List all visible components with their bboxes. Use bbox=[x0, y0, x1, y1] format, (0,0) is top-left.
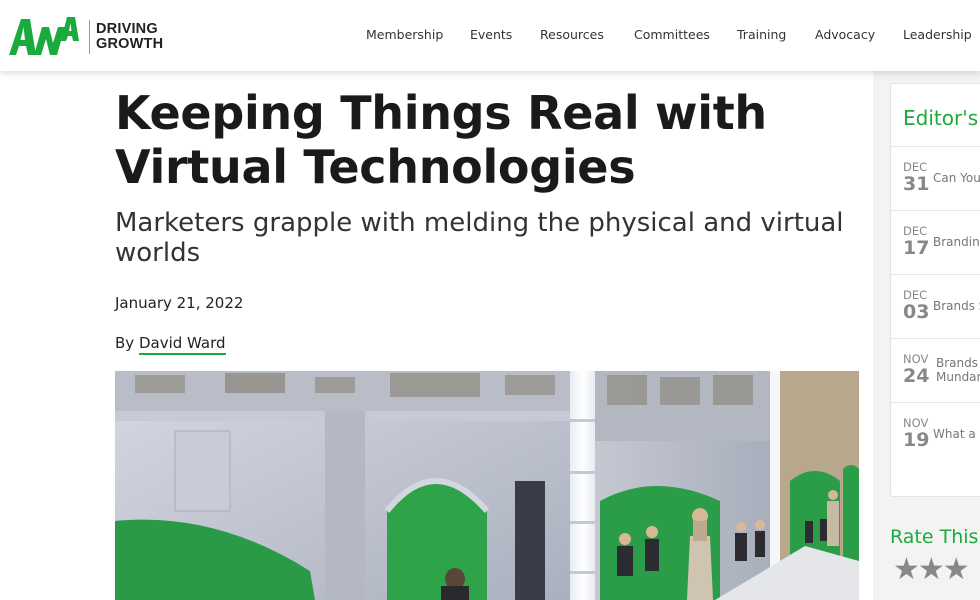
editors-pick-item[interactable]: NOV 24 Brands Mundar bbox=[891, 338, 980, 402]
tagline-line-2: GROWTH bbox=[96, 36, 164, 52]
pick-month: DEC bbox=[903, 224, 928, 238]
pick-day: 17 bbox=[903, 237, 930, 259]
nav-committees[interactable]: Committees bbox=[634, 27, 710, 42]
pick-title[interactable]: Brandin bbox=[933, 235, 980, 249]
pick-month: DEC bbox=[903, 160, 928, 174]
editors-pick-item[interactable]: DEC 03 Brands S bbox=[891, 274, 980, 338]
author-link[interactable]: David Ward bbox=[138, 334, 226, 355]
nav-resources[interactable]: Resources bbox=[540, 27, 604, 42]
rate-this-title: Rate This C bbox=[890, 526, 980, 548]
tagline-line-1: DRIVING bbox=[96, 21, 158, 37]
editors-pick-item[interactable]: DEC 17 Brandin bbox=[891, 210, 980, 274]
pick-month: NOV bbox=[903, 352, 929, 366]
editors-pick-item[interactable]: DEC 31 Can You bbox=[891, 146, 980, 210]
pick-title[interactable]: Brands S bbox=[933, 299, 980, 313]
nav-training[interactable]: Training bbox=[737, 27, 786, 42]
editors-pick-item[interactable]: NOV 19 What a bbox=[891, 402, 980, 466]
pick-title[interactable]: What a bbox=[933, 427, 976, 441]
nav-membership[interactable]: Membership bbox=[366, 27, 443, 42]
pick-day: 31 bbox=[903, 173, 930, 195]
article-title: Keeping Things Real with Virtual Technol… bbox=[115, 86, 767, 194]
pick-day: 24 bbox=[903, 365, 930, 387]
pick-title[interactable]: Can You bbox=[933, 171, 980, 185]
pick-day: 03 bbox=[903, 301, 930, 323]
article-subtitle: Marketers grapple with melding the physi… bbox=[115, 208, 844, 268]
site-header: DRIVING GROWTH Membership Events Resourc… bbox=[0, 0, 980, 71]
nav-advocacy[interactable]: Advocacy bbox=[815, 27, 875, 42]
logo-tagline: DRIVING GROWTH bbox=[96, 22, 163, 52]
hero-image-illustration bbox=[115, 371, 859, 600]
editors-picks-title: Editor's P bbox=[903, 106, 980, 130]
nav-leadership[interactable]: Leadership bbox=[903, 27, 972, 42]
logo-divider bbox=[89, 20, 90, 54]
star-rating[interactable]: ★★★ bbox=[893, 552, 970, 587]
pick-month: DEC bbox=[903, 288, 928, 302]
pick-title-line-2: Mundar bbox=[936, 370, 980, 384]
article-byline: By David Ward bbox=[115, 334, 226, 355]
pick-day: 19 bbox=[903, 429, 930, 451]
article: Keeping Things Real with Virtual Technol… bbox=[115, 86, 860, 355]
ana-logo[interactable]: DRIVING GROWTH bbox=[9, 15, 163, 59]
ana-logo-mark bbox=[9, 17, 79, 55]
article-date: January 21, 2022 bbox=[115, 294, 244, 312]
editors-picks-box: Editor's P DEC 31 Can You DEC 17 Brandin… bbox=[890, 83, 980, 497]
pick-title-line-1: Brands bbox=[936, 356, 978, 370]
nav-events[interactable]: Events bbox=[470, 27, 512, 42]
pick-month: NOV bbox=[903, 416, 929, 430]
hero-image bbox=[115, 371, 859, 600]
editors-picks-list: DEC 31 Can You DEC 17 Brandin DEC 03 Bra… bbox=[891, 146, 980, 466]
pick-title[interactable]: Brands Mundar bbox=[936, 356, 980, 384]
byline-label: By bbox=[115, 334, 135, 352]
